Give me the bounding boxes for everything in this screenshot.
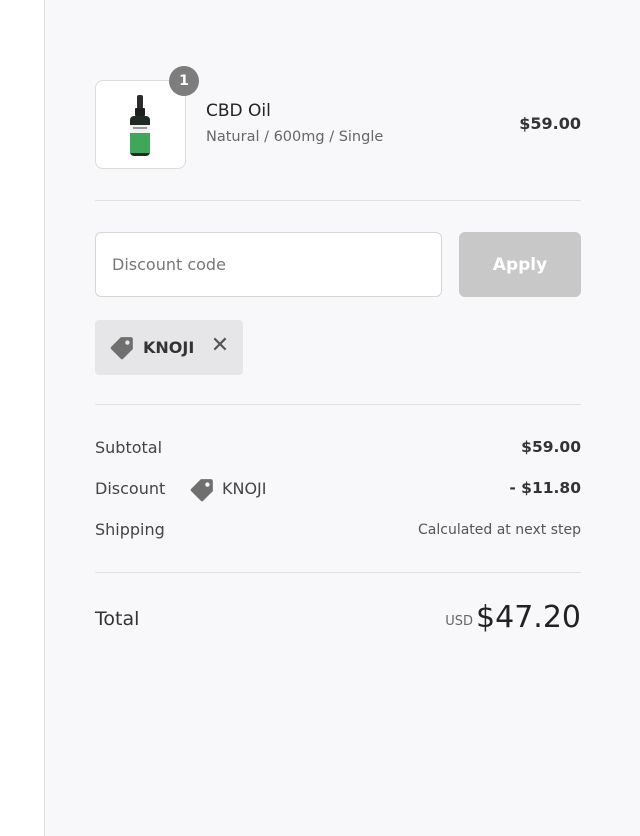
divider: [95, 404, 581, 405]
subtotal-row: Subtotal $59.00: [95, 438, 581, 462]
discount-label: Discount: [95, 479, 166, 498]
apply-button[interactable]: Apply: [459, 232, 581, 297]
checkout-left-pane: [0, 0, 44, 836]
shipping-label: Shipping: [95, 520, 165, 539]
shipping-row: Shipping Calculated at next step: [95, 520, 581, 544]
dropper-bottle-icon: [130, 95, 150, 156]
discount-code-label: KNOJI: [222, 479, 267, 498]
product-name: CBD Oil: [206, 101, 271, 121]
divider: [95, 572, 581, 573]
quantity-badge: 1: [169, 66, 199, 96]
applied-discount-tag: KNOJI ✕: [95, 320, 243, 375]
product-variant: Natural / 600mg / Single: [206, 129, 384, 145]
product-thumbnail: [95, 80, 186, 169]
close-icon[interactable]: ✕: [209, 334, 231, 358]
tag-icon: [190, 479, 213, 502]
subtotal-value: $59.00: [521, 438, 581, 456]
discount-code-label: KNOJI: [143, 338, 195, 357]
order-summary-panel: 1 CBD Oil Natural / 600mg / Single $59.0…: [44, 0, 640, 836]
discount-code-input[interactable]: [95, 232, 442, 297]
discount-row: Discount KNOJI - $11.80: [95, 479, 581, 503]
currency-code: USD: [445, 614, 473, 629]
line-item: 1 CBD Oil Natural / 600mg / Single $59.0…: [95, 66, 581, 170]
tag-icon: [110, 337, 133, 360]
subtotal-label: Subtotal: [95, 438, 163, 457]
shipping-value: Calculated at next step: [418, 522, 581, 538]
total-amount: $47.20: [476, 600, 581, 635]
product-price: $59.00: [519, 114, 581, 133]
total-label: Total: [95, 608, 140, 630]
discount-value: - $11.80: [509, 479, 581, 497]
divider: [95, 200, 581, 201]
